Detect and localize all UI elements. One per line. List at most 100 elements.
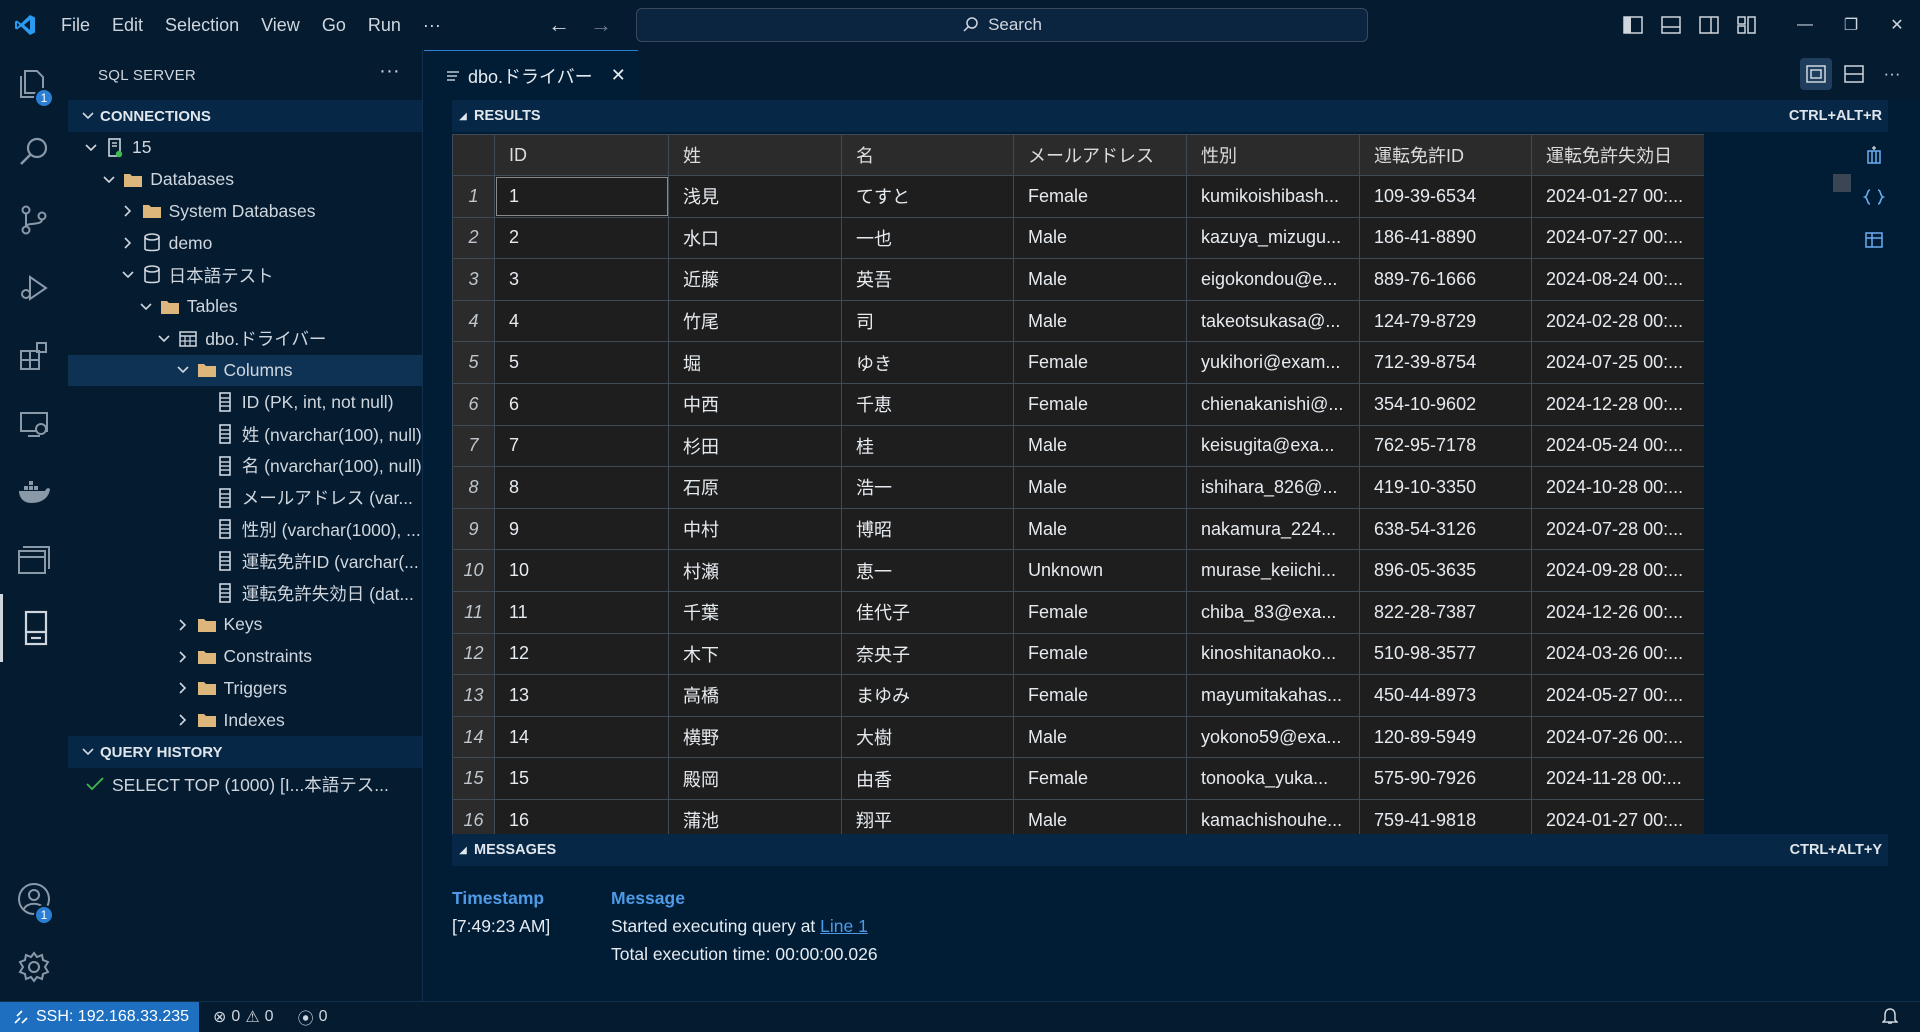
grid-cell[interactable]: Female <box>1013 341 1187 384</box>
grid-cell[interactable]: 博昭 <box>841 507 1014 551</box>
tree-item[interactable]: 姓 (nvarchar(100), null) <box>68 418 422 450</box>
grid-cell[interactable]: Male <box>1013 507 1187 551</box>
tree-item[interactable]: Keys <box>68 609 422 641</box>
grid-cell[interactable]: kinoshitanaoko... <box>1186 632 1360 676</box>
grid-cell[interactable]: 8 <box>494 466 669 509</box>
row-number[interactable]: 2 <box>452 216 495 260</box>
grid-cell[interactable]: 3 <box>494 258 669 301</box>
database-projects-icon[interactable] <box>0 526 68 594</box>
row-number[interactable]: 3 <box>452 258 495 301</box>
grid-cell[interactable]: 120-89-5949 <box>1359 715 1532 759</box>
back-arrow-icon[interactable]: ← <box>548 12 570 38</box>
grid-cell[interactable]: ゆき <box>841 341 1014 384</box>
grid-cell[interactable]: 中村 <box>668 507 842 551</box>
tree-item[interactable]: 日本語テスト <box>68 259 422 291</box>
customize-layout-icon[interactable] <box>1728 0 1766 50</box>
grid-cell[interactable]: Male <box>1013 715 1187 759</box>
grid-cell[interactable]: Male <box>1013 258 1187 301</box>
grid-cell[interactable]: 2024-07-28 00:... <box>1531 507 1704 551</box>
menu-file[interactable]: File <box>50 15 101 36</box>
grid-cell[interactable]: 2024-07-26 00:... <box>1531 715 1704 759</box>
grid-cell[interactable]: 翔平 <box>841 798 1014 834</box>
editor-more-icon[interactable]: ··· <box>1876 58 1908 90</box>
grid-cell[interactable]: 水口 <box>668 216 842 260</box>
grid-cell[interactable]: 6 <box>494 382 669 426</box>
remote-explorer-icon[interactable] <box>0 390 68 458</box>
grid-cell[interactable]: 2024-03-26 00:... <box>1531 632 1704 676</box>
save-as-json-icon[interactable] <box>1854 176 1894 218</box>
grid-cell[interactable]: 2024-02-28 00:... <box>1531 299 1704 343</box>
grid-cell[interactable]: 575-90-7926 <box>1359 757 1532 800</box>
grid-cell[interactable]: kumikoishibash... <box>1186 175 1360 218</box>
row-number[interactable]: 7 <box>452 424 495 468</box>
column-header[interactable]: ID <box>494 134 669 176</box>
grid-cell[interactable]: 822-28-7387 <box>1359 590 1532 634</box>
tree-item[interactable]: Triggers <box>68 673 422 705</box>
tree-item[interactable]: System Databases <box>68 196 422 228</box>
grid-cell[interactable]: Male <box>1013 798 1187 834</box>
grid-cell[interactable]: 450-44-8973 <box>1359 674 1532 717</box>
remote-indicator[interactable]: SSH: 192.168.33.235 <box>0 1001 200 1032</box>
grid-cell[interactable]: 762-95-7178 <box>1359 424 1532 468</box>
grid-cell[interactable]: 一也 <box>841 216 1014 260</box>
grid-cell[interactable]: まゆみ <box>841 674 1014 717</box>
sidebar-more-icon[interactable]: ··· <box>379 60 400 83</box>
row-number[interactable]: 5 <box>452 341 495 384</box>
grid-cell[interactable]: Female <box>1013 674 1187 717</box>
forward-arrow-icon[interactable]: → <box>590 12 612 38</box>
column-header[interactable]: 姓 <box>668 134 842 176</box>
grid-cell[interactable]: Male <box>1013 216 1187 260</box>
row-number[interactable]: 14 <box>452 715 495 759</box>
grid-cell[interactable]: chienakanishi@... <box>1186 382 1360 426</box>
grid-cell[interactable]: 759-41-9818 <box>1359 798 1532 834</box>
grid-cell[interactable]: Male <box>1013 299 1187 343</box>
row-number[interactable]: 4 <box>452 299 495 343</box>
tree-item[interactable]: Tables <box>68 291 422 323</box>
split-editor-icon[interactable] <box>1838 58 1870 90</box>
grid-cell[interactable]: 高橋 <box>668 674 842 717</box>
grid-cell[interactable]: 2024-12-28 00:... <box>1531 382 1704 426</box>
save-as-csv-icon[interactable] <box>1854 134 1894 176</box>
tab-dbo-driver[interactable]: dbo.ドライバー ✕ <box>424 50 638 100</box>
tree-item[interactable]: Constraints <box>68 641 422 673</box>
extensions-icon[interactable] <box>0 322 68 390</box>
tree-item[interactable]: メールアドレス (var... <box>68 482 422 514</box>
row-number[interactable]: 10 <box>452 549 495 592</box>
grid-cell[interactable]: 奈央子 <box>841 632 1014 676</box>
tree-item[interactable]: 名 (nvarchar(100), null) <box>68 450 422 482</box>
toggle-primary-sidebar-icon[interactable] <box>1614 0 1652 50</box>
grid-cell[interactable]: 11 <box>494 590 669 634</box>
grid-cell[interactable]: mayumitakahas... <box>1186 674 1360 717</box>
grid-cell[interactable]: keisugita@exa... <box>1186 424 1360 468</box>
notifications-bell-icon[interactable] <box>1881 1007 1899 1030</box>
grid-cell[interactable]: 510-98-3577 <box>1359 632 1532 676</box>
tree-item[interactable]: 15 <box>68 132 422 164</box>
accounts-icon[interactable]: 1 <box>0 865 68 933</box>
grid-cell[interactable]: 中西 <box>668 382 842 426</box>
grid-cell[interactable]: Female <box>1013 632 1187 676</box>
tree-item[interactable]: Databases <box>68 164 422 196</box>
tree-item[interactable]: 運転免許失効日 (dat... <box>68 577 422 609</box>
connections-section-header[interactable]: CONNECTIONS <box>68 100 422 132</box>
grid-cell[interactable]: kamachishouhe... <box>1186 798 1360 834</box>
grid-cell[interactable]: てすと <box>841 175 1014 218</box>
grid-cell[interactable]: ishihara_826@... <box>1186 466 1360 509</box>
grid-cell[interactable]: murase_keiichi... <box>1186 549 1360 592</box>
grid-cell[interactable]: 419-10-3350 <box>1359 466 1532 509</box>
grid-cell[interactable]: 124-79-8729 <box>1359 299 1532 343</box>
docker-icon[interactable] <box>0 458 68 526</box>
tree-item[interactable]: 運転免許ID (varchar(... <box>68 545 422 577</box>
menu-view[interactable]: View <box>250 15 311 36</box>
grid-cell[interactable]: 4 <box>494 299 669 343</box>
grid-cell[interactable]: 10 <box>494 549 669 592</box>
query-history-section-header[interactable]: QUERY HISTORY <box>68 736 422 769</box>
maximize-results-icon[interactable] <box>1800 58 1832 90</box>
grid-cell[interactable]: 2024-07-25 00:... <box>1531 341 1704 384</box>
query-history-item[interactable]: SELECT TOP (1000) [I...本語テス... <box>68 768 422 800</box>
grid-cell[interactable]: 英吾 <box>841 258 1014 301</box>
close-window-icon[interactable]: ✕ <box>1874 0 1920 50</box>
grid-cell[interactable]: 司 <box>841 299 1014 343</box>
search-view-icon[interactable] <box>0 118 68 186</box>
grid-cell[interactable]: Female <box>1013 757 1187 800</box>
close-tab-icon[interactable]: ✕ <box>611 65 626 86</box>
